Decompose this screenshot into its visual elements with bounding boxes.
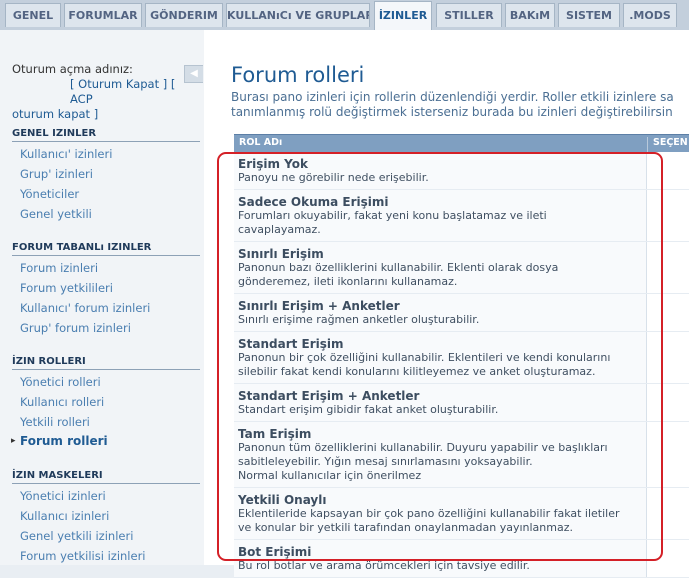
table-row[interactable]: Sınırlı Erişim Panonun bazı özelliklerin… — [234, 242, 689, 294]
section-title-izin-maskeleri: İZIN MASKELERI — [12, 470, 200, 484]
acp-logout-link[interactable]: oturum kapat ] — [12, 107, 198, 122]
column-header-select: SEÇEN — [647, 137, 688, 152]
tab-kullanici-ve-gruplar[interactable]: KULLANıCı VE GRUPLAR — [226, 3, 370, 27]
section-title-izin-rolleri: İZIN ROLLERI — [12, 356, 200, 370]
role-description-line: silebilir fakat kendi konularını kilitle… — [238, 365, 596, 378]
role-description-line: Sınırlı erişime rağmen anketler oluştura… — [238, 313, 480, 326]
tab-genel[interactable]: GENEL — [5, 3, 61, 27]
role-description-line: cavaplayamaz. — [238, 223, 321, 236]
role-description-line: Panonun bazı özelliklerini kullanabilir.… — [238, 261, 559, 274]
table-row[interactable]: Yetkili Onaylı Eklentileride kapsayan bi… — [234, 488, 689, 540]
table-row[interactable]: Sadece Okuma Erişimi Forumları okuyabili… — [234, 190, 689, 242]
nav-yonetici-rolleri[interactable]: Yönetici rolleri — [20, 375, 101, 389]
table-header: ROL ADı SEÇEN — [234, 134, 689, 152]
main-panel: Forum rolleri Burası pano izinleri için … — [204, 30, 689, 578]
tab-stiller[interactable]: STILLER — [436, 3, 502, 27]
table-row[interactable]: Tam Erişim Panonun tüm özelliklerini kul… — [234, 422, 689, 488]
logout-link[interactable]: [ Oturum Kapat ] — [70, 77, 167, 91]
nav-grup-izinleri[interactable]: Grup' izinleri — [20, 167, 93, 181]
description-line: tanımlanmış rolü değiştirmek isterseniz … — [231, 105, 673, 119]
role-description-line: gönderemez, ileti ikonlarını kullanamaz. — [238, 275, 458, 288]
nav-kullanici-rolleri[interactable]: Kullanıcı rolleri — [20, 395, 104, 409]
tab-sistem[interactable]: SISTEM — [558, 3, 620, 27]
role-description-line: sabitleleyebilir. Yığın mesaj sınırlamas… — [238, 455, 533, 468]
tab-gonderim[interactable]: GÖNDERIM — [145, 3, 223, 27]
role-description-line: Panonun tüm özelliklerini kullanabilir. … — [238, 441, 608, 454]
role-description-line: Normal kullanıcılar için önerilmez — [238, 469, 422, 482]
roles-table-body: Erişim Yok Panoyu ne görebilir nede eriş… — [234, 152, 689, 578]
select-cell[interactable] — [646, 294, 689, 331]
select-cell[interactable] — [646, 540, 689, 577]
page-title: Forum rolleri — [231, 63, 365, 87]
tab-bar: GENEL FORUMLAR GÖNDERIM KULLANıCı VE GRU… — [0, 0, 689, 31]
section-title-forum-tabanli-izinler: FORUM TABANLı IZINLER — [12, 242, 200, 256]
role-description: Panonun tüm özelliklerini kullanabilir. … — [234, 441, 638, 487]
nav-yetkili-rolleri[interactable]: Yetkili rolleri — [20, 415, 90, 429]
select-cell[interactable] — [646, 488, 689, 539]
role-description: Panonun bazı özelliklerini kullanabilir.… — [234, 261, 638, 293]
collapse-sidebar-icon[interactable]: ◀ — [184, 65, 203, 83]
role-description-line: Panonun bir çok özelliğini kullanabilir.… — [238, 351, 611, 364]
table-row[interactable]: Erişim Yok Panoyu ne görebilir nede eriş… — [234, 152, 689, 190]
nav-forum-yetkilileri[interactable]: Forum yetkilileri — [20, 281, 113, 295]
role-description-line: Bu rol botlar ve arama örümcekleri için … — [238, 559, 530, 572]
select-cell[interactable] — [646, 332, 689, 383]
role-description: Sınırlı erişime rağmen anketler oluştura… — [234, 313, 638, 331]
nav-kullanici-izinleri-mask[interactable]: Kullanıcı izinleri — [20, 509, 109, 523]
nav-forum-izinleri[interactable]: Forum izinleri — [20, 261, 98, 275]
role-description-line: Panoyu ne görebilir nede erişebilir. — [238, 171, 429, 184]
nav-grup-forum-izinleri[interactable]: Grup' forum izinleri — [20, 321, 131, 335]
nav-kullanici-forum-izinleri[interactable]: Kullanıcı' forum izinleri — [20, 301, 150, 315]
tab-mods[interactable]: .MODS — [623, 3, 677, 27]
nav-genel-yetkili[interactable]: Genel yetkili — [20, 207, 92, 221]
role-name: Tam Erişim — [238, 427, 312, 441]
role-description-line: Forumları okuyabilir, fakat yeni konu ba… — [238, 209, 547, 222]
role-name: Yetkili Onaylı — [238, 493, 327, 507]
role-description: Bu rol botlar ve arama örümcekleri için … — [234, 559, 638, 577]
role-description-line: ve konular bir yetkili tarafından onayla… — [238, 521, 573, 534]
select-cell[interactable] — [646, 190, 689, 241]
column-header-role: ROL ADı — [239, 137, 283, 148]
login-info: Oturum açma adınız: [ Oturum Kapat ] [ A… — [12, 62, 198, 122]
login-prefix: Oturum açma adınız: — [12, 62, 133, 76]
nav-yonetici-izinleri[interactable]: Yönetici izinleri — [20, 489, 106, 503]
role-name: Bot Erişimi — [238, 545, 312, 559]
role-description: Panonun bir çok özelliğini kullanabilir.… — [234, 351, 638, 383]
select-cell[interactable] — [646, 384, 689, 421]
table-row[interactable]: Standart Erişim Panonun bir çok özelliği… — [234, 332, 689, 384]
select-cell[interactable] — [646, 422, 689, 487]
page-description: Burası pano izinleri için rollerin düzen… — [231, 90, 689, 120]
select-cell[interactable] — [646, 152, 689, 189]
table-row[interactable]: Sınırlı Erişim + Anketler Sınırlı erişim… — [234, 294, 689, 332]
login-links-row: [ Oturum Kapat ] [ ACP — [12, 77, 198, 107]
role-description: Standart erişim gibidir fakat anket oluş… — [234, 403, 638, 421]
role-name: Sınırlı Erişim + Anketler — [238, 299, 400, 313]
role-description: Panoyu ne görebilir nede erişebilir. — [234, 171, 638, 189]
nav-yoneticiler[interactable]: Yöneticiler — [20, 187, 79, 201]
section-title-genel-izinler: GENEL IZINLER — [12, 128, 200, 142]
tab-forumlar[interactable]: FORUMLAR — [64, 3, 142, 27]
role-name: Sınırlı Erişim — [238, 247, 324, 261]
role-description-line: Eklentileride kapsayan bir çok pano özel… — [238, 507, 620, 520]
nav-forum-yetkilisi-izinleri[interactable]: Forum yetkilisi izinleri — [20, 549, 146, 563]
role-description: Forumları okuyabilir, fakat yeni konu ba… — [234, 209, 638, 241]
role-name: Standart Erişim + Anketler — [238, 389, 420, 403]
role-name: Erişim Yok — [238, 157, 308, 171]
tab-izinler[interactable]: İZINLER — [374, 1, 432, 31]
select-cell[interactable] — [646, 242, 689, 293]
content-area: Oturum açma adınız: [ Oturum Kapat ] [ A… — [0, 30, 689, 578]
nav-forum-rolleri[interactable]: Forum rolleri — [20, 434, 108, 448]
description-line: Burası pano izinleri için rollerin düzen… — [231, 90, 674, 104]
nav-genel-yetkili-izinleri[interactable]: Genel yetkili izinleri — [20, 529, 133, 543]
tab-bakim[interactable]: BAKıM — [505, 3, 555, 27]
sidebar: Oturum açma adınız: [ Oturum Kapat ] [ A… — [0, 30, 204, 565]
role-name: Standart Erişim — [238, 337, 344, 351]
role-description-line: Standart erişim gibidir fakat anket oluş… — [238, 403, 499, 416]
table-row[interactable]: Standart Erişim + Anketler Standart eriş… — [234, 384, 689, 422]
active-item-bullet-icon: ▸ — [11, 436, 16, 446]
role-name: Sadece Okuma Erişimi — [238, 195, 389, 209]
role-description: Eklentileride kapsayan bir çok pano özel… — [234, 507, 638, 539]
nav-kullanici-izinleri[interactable]: Kullanıcı' izinleri — [20, 147, 112, 161]
table-row[interactable]: Bot Erişimi Bu rol botlar ve arama örümc… — [234, 540, 689, 578]
